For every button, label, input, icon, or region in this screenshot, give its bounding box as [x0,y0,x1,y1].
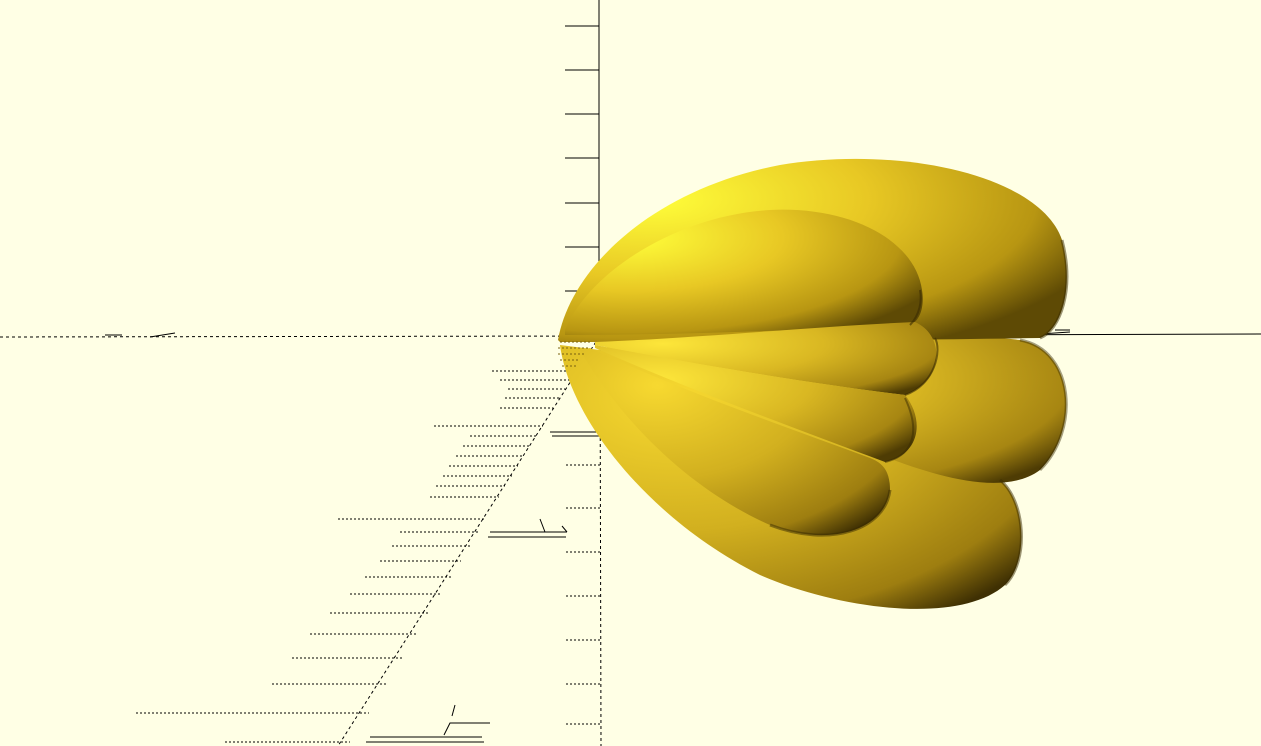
x-axis-negative [0,335,600,338]
y-neg-ticks [136,370,576,743]
model-petals [558,158,1069,609]
3d-viewport[interactable] [0,0,1261,746]
z-neg-ticks [566,464,600,725]
z-ticks [565,25,599,292]
viewport-canvas[interactable] [0,0,1261,746]
inner-top-lobe [565,209,923,335]
y-axis-negative [337,336,600,746]
